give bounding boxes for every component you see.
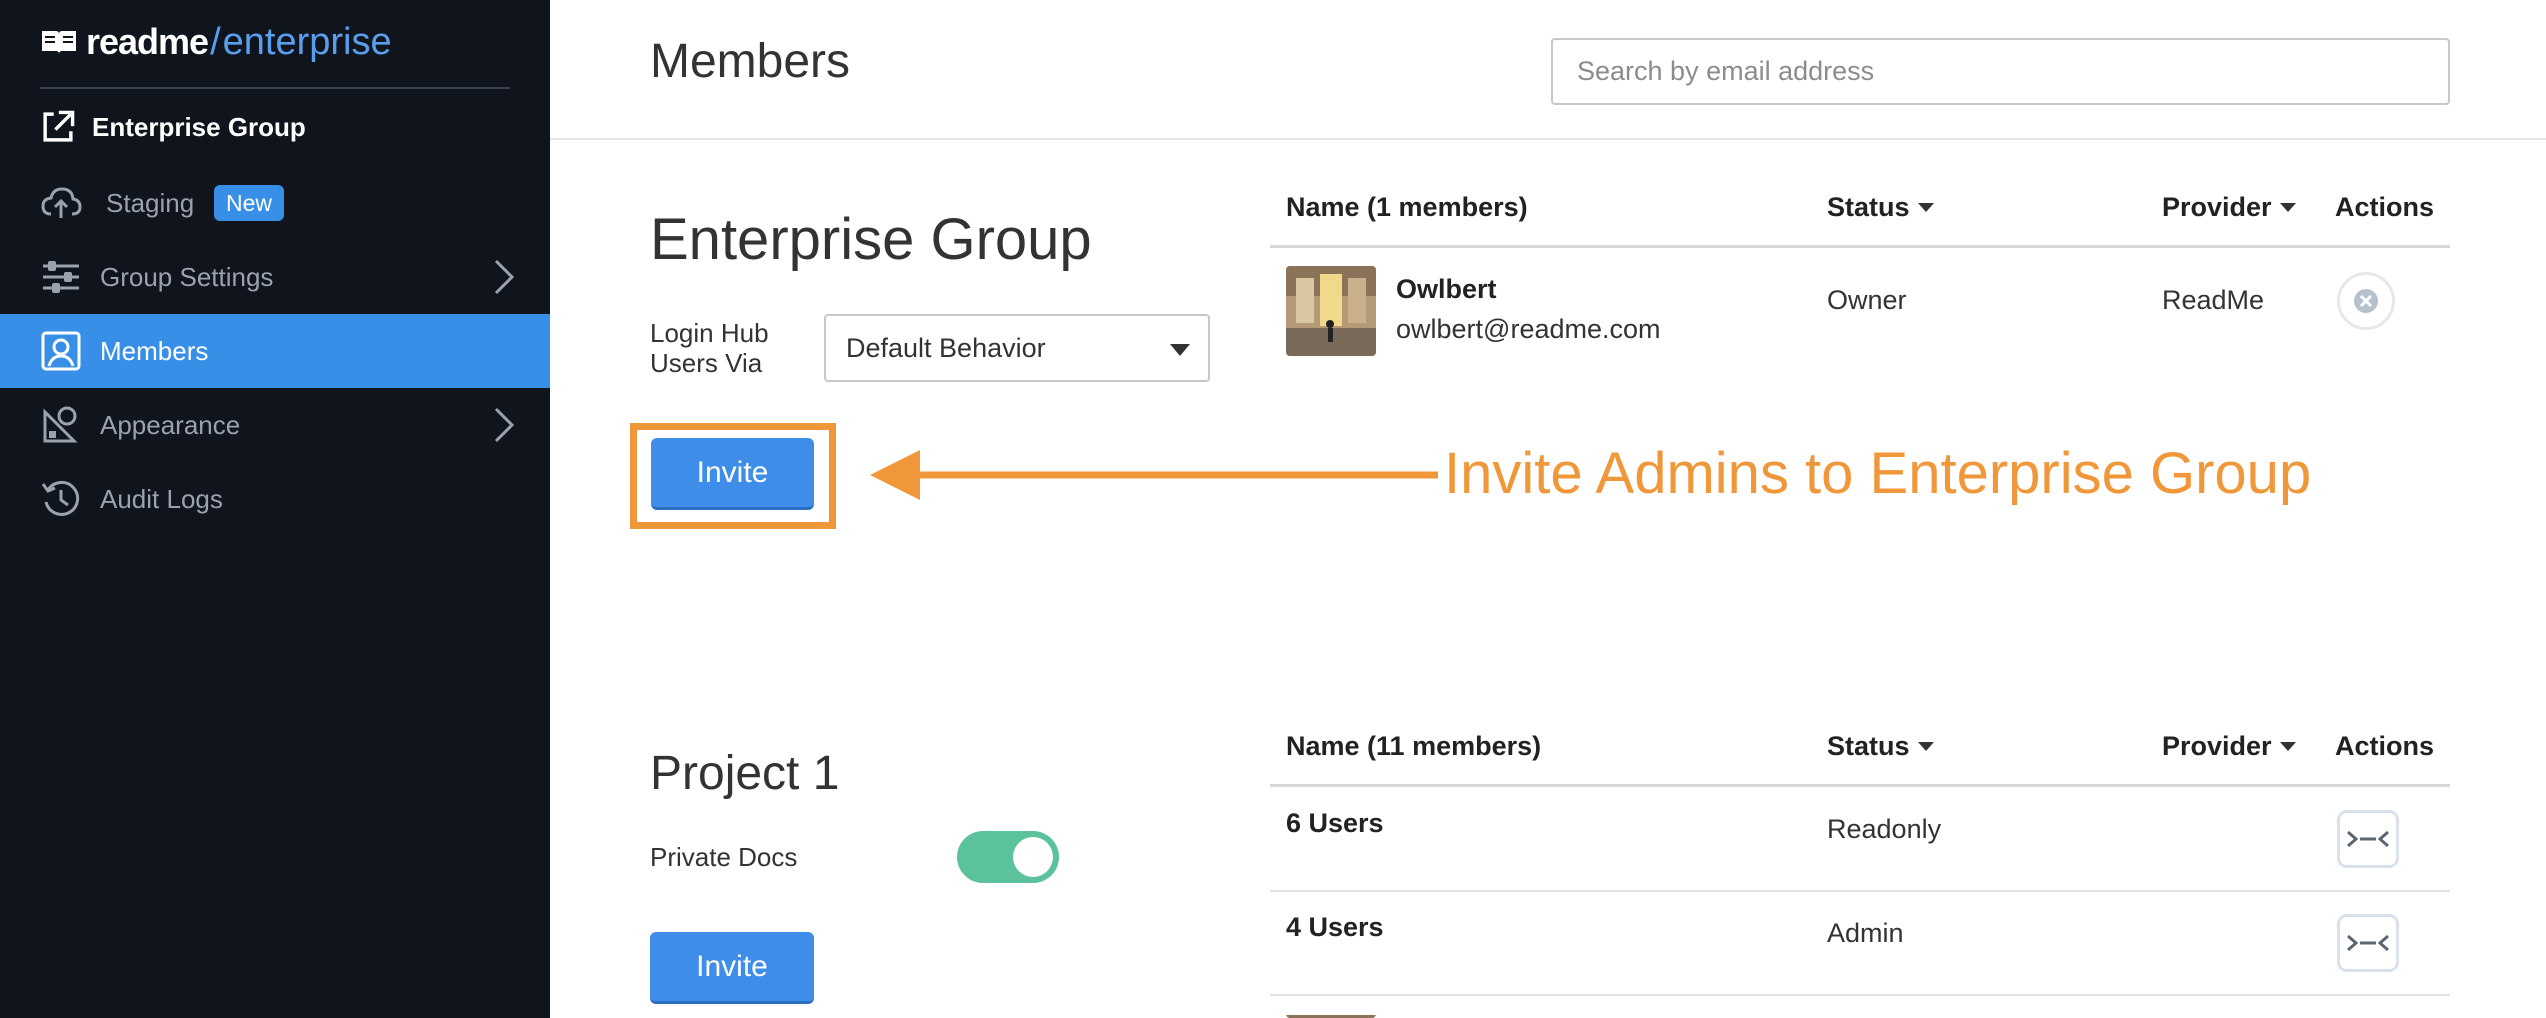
col-header-name[interactable]: Name (11 members) — [1286, 731, 1541, 762]
annotation-text: Invite Admins to Enterprise Group — [1444, 441, 2312, 506]
sidebar-item-label: Group Settings — [100, 261, 274, 292]
avatar-photo-icon — [1286, 266, 1376, 356]
sidebar-item-label: Members — [100, 335, 209, 366]
col-header-status[interactable]: Status — [1827, 192, 1934, 223]
login-hub-label-line2: Users Via — [650, 348, 763, 378]
header-divider — [550, 138, 2546, 140]
brand-logo[interactable]: readme / enterprise — [40, 20, 392, 64]
annotation-arrow-icon — [870, 450, 1438, 500]
user-group-name: 4 Users — [1286, 912, 1384, 942]
member-provider: ReadMe — [2162, 285, 2265, 315]
search-input[interactable] — [1551, 38, 2450, 105]
new-badge: New — [214, 185, 285, 221]
col-header-status[interactable]: Status — [1827, 731, 1934, 762]
sidebar-item-members[interactable]: Members — [0, 314, 550, 388]
member-status: Owner — [1827, 285, 1907, 315]
col-header-actions: Actions — [2335, 192, 2435, 222]
sort-caret-icon — [1917, 742, 1934, 751]
row-divider — [1270, 890, 2450, 892]
col-header-name[interactable]: Name (1 members) — [1286, 192, 1528, 223]
col-header-provider-label: Provider — [2162, 731, 2272, 761]
cloud-upload-icon — [41, 187, 82, 218]
toggle-knob — [1013, 837, 1053, 877]
login-hub-select-value: Default Behavior — [846, 332, 1046, 363]
sidebar-item-label: Staging — [106, 187, 195, 218]
col-header-actions: Actions — [2335, 731, 2435, 761]
group-title: Enterprise Group — [650, 207, 1092, 272]
avatar — [1286, 1010, 1376, 1018]
book-icon — [42, 31, 76, 54]
sort-caret-icon — [2279, 203, 2296, 212]
table-header-divider — [1270, 245, 2450, 248]
chevron-right-icon — [494, 259, 515, 295]
sidebar-divider — [40, 87, 510, 89]
user-group-status: Readonly — [1827, 814, 1942, 844]
login-hub-select[interactable]: Default Behavior — [824, 314, 1210, 382]
brand-name: readme — [86, 21, 209, 62]
col-header-status-label: Status — [1827, 192, 1910, 222]
member-email: owlbert@readme.com — [1396, 314, 1661, 344]
expand-group-button[interactable] — [2337, 810, 2399, 868]
brand-suffix: enterprise — [222, 20, 392, 63]
sliders-icon — [43, 261, 79, 293]
user-group-name: 6 Users — [1286, 808, 1384, 838]
chevron-right-icon — [494, 407, 515, 443]
col-header-provider-label: Provider — [2162, 192, 2272, 222]
private-docs-label: Private Docs — [650, 842, 798, 872]
expand-arrows-icon — [2347, 934, 2389, 952]
member-name: Owlbert — [1396, 274, 1497, 304]
sidebar-item-appearance[interactable]: Appearance — [0, 388, 550, 462]
paint-icon — [43, 406, 78, 443]
avatar — [1286, 266, 1376, 356]
col-header-status-label: Status — [1827, 731, 1910, 761]
col-header-provider[interactable]: Provider — [2162, 192, 2296, 223]
sidebar-item-label: Audit Logs — [100, 483, 223, 514]
page-title: Members — [650, 35, 851, 88]
expand-group-button[interactable] — [2337, 914, 2399, 972]
user-card-icon — [41, 331, 81, 371]
sidebar-item-group-settings[interactable]: Group Settings — [0, 240, 550, 314]
private-docs-toggle[interactable] — [957, 831, 1059, 883]
login-hub-label-line1: Login Hub — [650, 318, 769, 348]
sidebar-item-audit-logs[interactable]: Audit Logs — [0, 462, 550, 536]
table-header-divider — [1270, 784, 2450, 787]
close-icon — [2354, 289, 2378, 313]
sort-caret-icon — [2279, 742, 2296, 751]
sidebar-group-label: Enterprise Group — [92, 111, 306, 142]
remove-member-button[interactable] — [2337, 272, 2395, 330]
sort-caret-icon — [1917, 203, 1934, 212]
user-group-status: Admin — [1827, 918, 1904, 948]
sidebar-item-label: Appearance — [100, 409, 241, 440]
history-icon — [41, 480, 80, 516]
login-hub-label: Login Hub Users Via — [650, 318, 769, 378]
expand-arrows-icon — [2347, 830, 2389, 848]
external-link-icon — [43, 110, 75, 142]
caret-down-icon — [1170, 344, 1190, 356]
row-divider — [1270, 994, 2450, 996]
sidebar: readme / enterprise Enterprise Group Sta… — [0, 0, 550, 1018]
invite-button[interactable]: Invite — [651, 438, 814, 510]
col-header-provider[interactable]: Provider — [2162, 731, 2296, 762]
sidebar-group-enterprise[interactable]: Enterprise Group — [0, 90, 550, 164]
project-title: Project 1 — [650, 747, 840, 800]
brand-slash: / — [210, 20, 221, 63]
project-invite-button[interactable]: Invite — [650, 932, 814, 1004]
